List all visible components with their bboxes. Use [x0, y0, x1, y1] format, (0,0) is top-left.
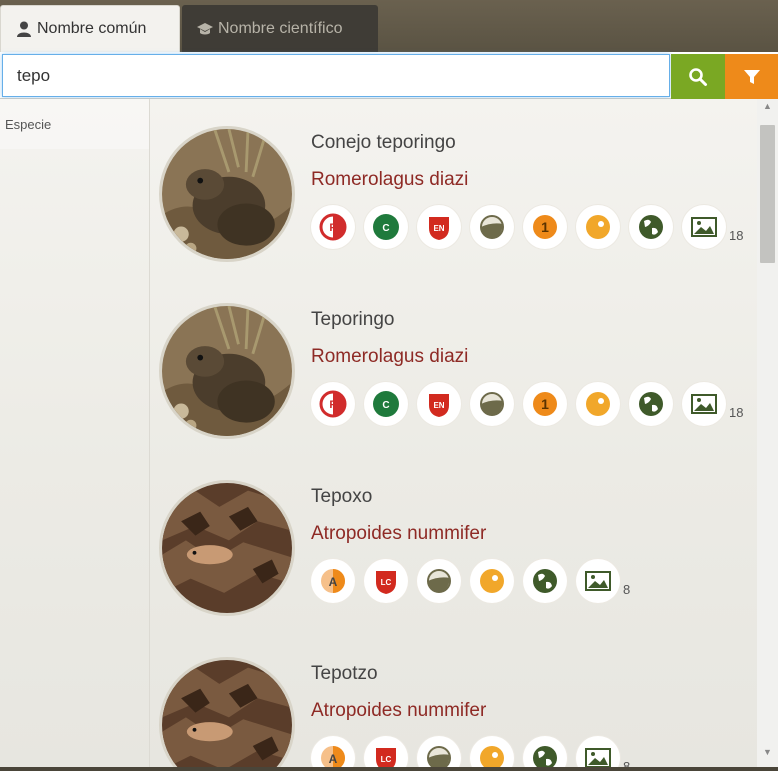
photos-icon[interactable]	[682, 382, 726, 426]
endemic-icon[interactable]	[470, 559, 514, 603]
search-bar	[0, 52, 778, 99]
photo-count: 18	[729, 227, 744, 243]
nom-059-a-icon[interactable]: A	[311, 559, 355, 603]
photos-icon[interactable]	[576, 736, 620, 767]
svg-text:LC: LC	[381, 578, 392, 587]
tab-scientific-name[interactable]: Nombre científico	[182, 5, 378, 52]
global-map-icon[interactable]	[629, 205, 673, 249]
scientific-name[interactable]: Atropoides nummifer	[311, 700, 486, 722]
badge-row: A LC 8	[311, 559, 630, 603]
priority-1-icon[interactable]: 1	[523, 205, 567, 249]
svg-text:C: C	[382, 223, 389, 234]
svg-text:1: 1	[541, 219, 549, 235]
species-photo[interactable]	[159, 480, 295, 616]
sidebar-header: Especie	[0, 99, 149, 149]
priority-1-icon[interactable]: 1	[523, 382, 567, 426]
iucn-lc-icon[interactable]: LC	[364, 736, 408, 767]
common-name[interactable]: Tepoxo	[311, 486, 372, 508]
endemic-icon[interactable]	[470, 736, 514, 767]
photos-icon[interactable]	[576, 559, 620, 603]
species-photo[interactable]	[159, 303, 295, 439]
badge-row: P C EN 1 18	[311, 382, 743, 426]
filter-button[interactable]	[725, 54, 778, 99]
results-panel: Especie Conejo teporingo Romerolagus diaz…	[0, 99, 778, 767]
badge-row: A LC 8	[311, 736, 630, 767]
photo-count: 8	[623, 758, 631, 768]
nom-059-icon[interactable]: P	[311, 382, 355, 426]
user-icon	[17, 21, 31, 37]
filter-icon	[743, 69, 760, 84]
iucn-en-icon[interactable]: EN	[417, 382, 461, 426]
endemic-icon[interactable]	[576, 382, 620, 426]
photo-count: 18	[729, 404, 744, 420]
badge-row: P C EN 1 18	[311, 205, 743, 249]
species-photo[interactable]	[159, 657, 295, 767]
results-list[interactable]: Conejo teporingo Romerolagus diazi P C EN 1 18…	[151, 99, 757, 767]
iucn-lc-icon[interactable]: LC	[364, 559, 408, 603]
scroll-thumb[interactable]	[760, 125, 775, 263]
endemic-icon[interactable]	[576, 205, 620, 249]
scientific-name[interactable]: Romerolagus diazi	[311, 346, 468, 368]
species-photo[interactable]	[159, 126, 295, 262]
svg-text:LC: LC	[381, 755, 392, 764]
svg-text:P: P	[329, 222, 336, 234]
svg-text:EN: EN	[433, 401, 444, 410]
common-name[interactable]: Tepotzo	[311, 663, 378, 685]
search-button[interactable]	[671, 54, 725, 99]
common-name[interactable]: Conejo teporingo	[311, 132, 456, 154]
scrollbar[interactable]: ▲ ▼	[757, 99, 778, 767]
tab-scientific-name-label: Nombre científico	[218, 19, 343, 37]
svg-text:EN: EN	[433, 224, 444, 233]
photo-count: 8	[623, 581, 631, 597]
scroll-down-arrow-icon[interactable]: ▼	[757, 747, 778, 763]
tab-common-name[interactable]: Nombre común	[0, 5, 180, 52]
cites-icon[interactable]: C	[364, 382, 408, 426]
species-search-app: Nombre común Nombre científico Especie	[0, 0, 778, 771]
svg-text:A: A	[329, 752, 338, 766]
distribution-icon[interactable]	[417, 736, 461, 767]
distribution-icon[interactable]	[470, 382, 514, 426]
svg-text:1: 1	[541, 396, 549, 412]
global-map-icon[interactable]	[523, 559, 567, 603]
list-item[interactable]: Teporingo Romerolagus diazi P C EN 1 18	[151, 276, 757, 452]
photos-icon[interactable]	[682, 205, 726, 249]
svg-text:C: C	[382, 400, 389, 411]
iucn-en-icon[interactable]: EN	[417, 205, 461, 249]
nom-059-icon[interactable]: P	[311, 205, 355, 249]
tab-common-name-label: Nombre común	[37, 20, 147, 37]
cites-icon[interactable]: C	[364, 205, 408, 249]
common-name[interactable]: Teporingo	[311, 309, 394, 331]
bottom-strip	[0, 767, 778, 771]
list-item[interactable]: Conejo teporingo Romerolagus diazi P C EN 1 18	[151, 99, 757, 275]
distribution-icon[interactable]	[417, 559, 461, 603]
search-input[interactable]	[2, 54, 670, 97]
global-map-icon[interactable]	[523, 736, 567, 767]
nom-059-a-icon[interactable]: A	[311, 736, 355, 767]
distribution-icon[interactable]	[470, 205, 514, 249]
category-sidebar: Especie	[0, 99, 150, 767]
svg-text:A: A	[329, 575, 338, 589]
graduation-cap-icon	[197, 22, 213, 34]
search-icon	[689, 67, 707, 86]
svg-text:P: P	[329, 399, 336, 411]
scientific-name[interactable]: Romerolagus diazi	[311, 169, 468, 191]
scroll-up-arrow-icon[interactable]: ▲	[757, 101, 778, 117]
search-tabs: Nombre común Nombre científico	[0, 0, 778, 52]
scientific-name[interactable]: Atropoides nummifer	[311, 523, 486, 545]
list-item[interactable]: Tepoxo Atropoides nummifer A LC 8	[151, 453, 757, 629]
list-item[interactable]: Tepotzo Atropoides nummifer A LC 8	[151, 630, 757, 767]
global-map-icon[interactable]	[629, 382, 673, 426]
